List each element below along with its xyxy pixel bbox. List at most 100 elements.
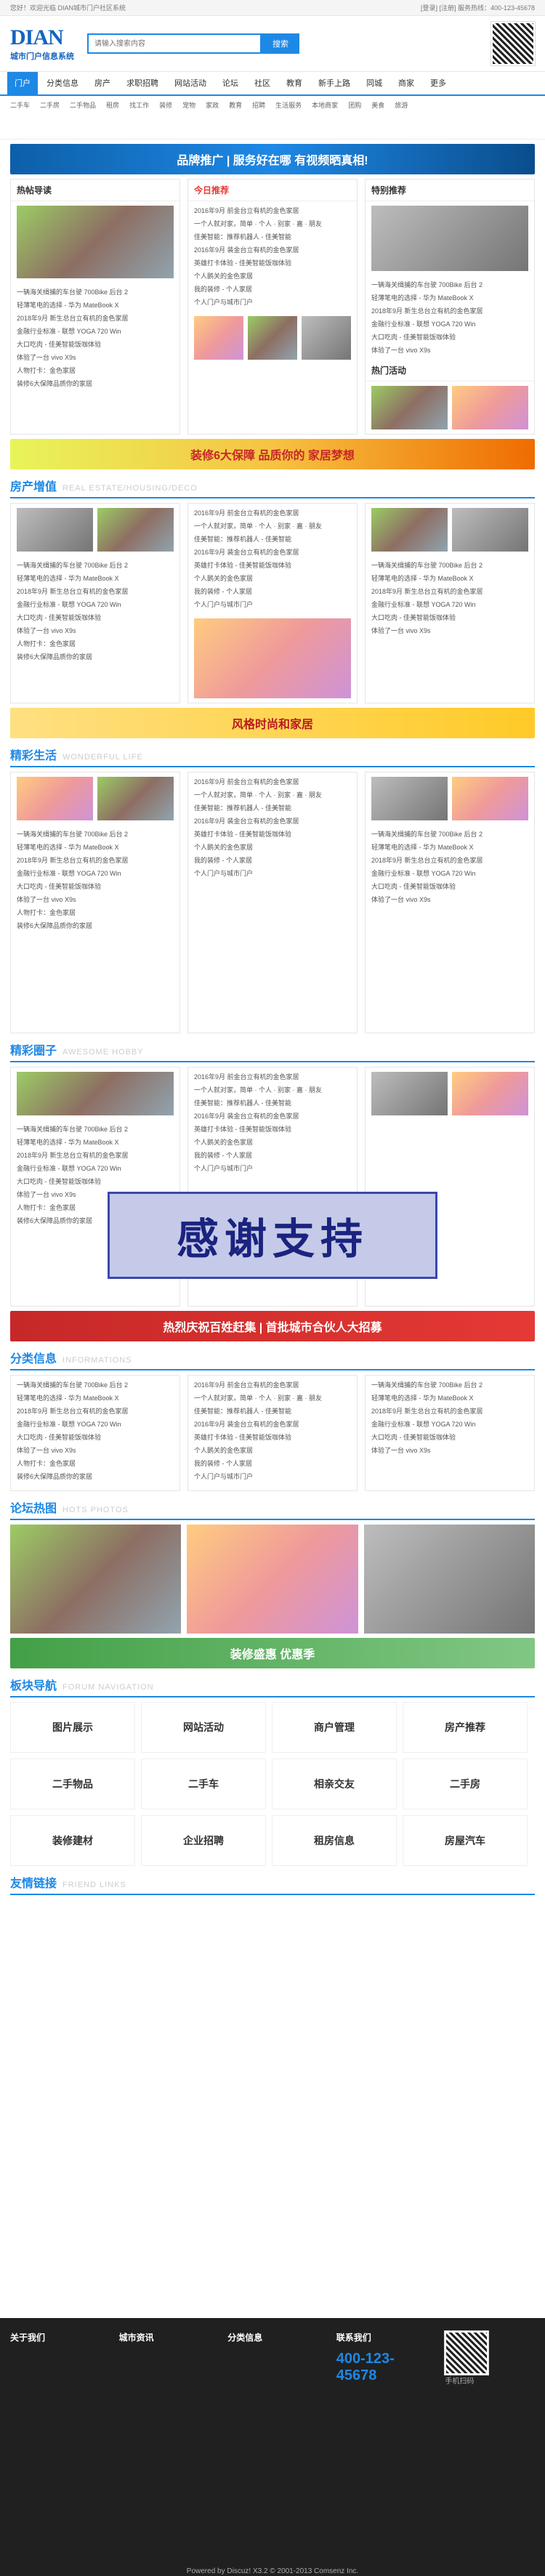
subnav-item[interactable]: 生活服务: [275, 100, 302, 110]
list-item[interactable]: 金融行业标准 - 联想 YOGA 720 Win: [371, 598, 528, 611]
subnav-item[interactable]: 教育: [229, 100, 242, 110]
hobby-thumb-1[interactable]: [17, 1072, 174, 1115]
nav-item[interactable]: 论坛: [215, 72, 246, 95]
list-item[interactable]: 个人门户与城市门户: [194, 1470, 351, 1483]
list-item[interactable]: 佳美智能：推荐机器人 - 佳美智能: [194, 802, 351, 815]
forum-item[interactable]: 网站活动: [141, 1702, 266, 1753]
banner-4[interactable]: 热烈庆祝百姓赶集 | 首批城市合伙人大招募: [10, 1311, 535, 1341]
list-item[interactable]: 人物打卡：金色家居: [17, 906, 174, 919]
list-item[interactable]: 体验了一台 vivo X9s: [371, 344, 528, 357]
nav-item[interactable]: 网站活动: [167, 72, 214, 95]
list-item[interactable]: 英雄打卡体验 - 佳美智能饭咖体验: [194, 257, 351, 270]
list-item[interactable]: 英雄打卡体验 - 佳美智能饭咖体验: [194, 559, 351, 572]
list-item[interactable]: 2018年9月 新生总台立有机的金色家居: [17, 1405, 174, 1418]
list-item[interactable]: 金融行业标准 - 联想 YOGA 720 Win: [371, 1418, 528, 1431]
list-item[interactable]: 2018年9月 新生总台立有机的金色家居: [17, 585, 174, 598]
list-item[interactable]: 2018年9月 新生总台立有机的金色家居: [371, 304, 528, 318]
list-item[interactable]: 体验了一台 vivo X9s: [371, 624, 528, 637]
list-item[interactable]: 个人鹅关的金色家居: [194, 841, 351, 854]
list-item[interactable]: 一个人就对家，简单 · 个人 · 别家 · 嘉 · 朋友: [194, 217, 351, 230]
photo-3[interactable]: [363, 1525, 535, 1634]
nav-item[interactable]: 房产: [87, 72, 118, 95]
list-item[interactable]: 2018年9月 新生总台立有机的金色家居: [371, 854, 528, 867]
search-input[interactable]: [87, 33, 262, 54]
list-item[interactable]: 2016年9月 前金台立有机的金色家居: [194, 204, 351, 217]
subnav-item[interactable]: 旅游: [395, 100, 408, 110]
subnav-item[interactable]: 本地商家: [312, 100, 338, 110]
list-item[interactable]: 一辆海关缉捕的车台驶 700Bike 后台 2: [17, 828, 174, 841]
list-item[interactable]: 我的装修 - 个人家居: [194, 283, 351, 296]
thumb-3[interactable]: [302, 316, 351, 360]
nav-item[interactable]: 同城: [359, 72, 389, 95]
list-item[interactable]: 轻薄笔电的选择 - 华为 MateBook X: [371, 291, 528, 304]
list-item[interactable]: 金融行业标准 - 联想 YOGA 720 Win: [17, 1162, 174, 1175]
activity-thumb-2[interactable]: [452, 386, 528, 429]
list-item[interactable]: 一辆海关缉捕的车台驶 700Bike 后台 2: [17, 559, 174, 572]
list-item[interactable]: 一个人就对家，简单 · 个人 · 别家 · 嘉 · 朋友: [194, 520, 351, 533]
list-item[interactable]: 个人鹅关的金色家居: [194, 1136, 351, 1149]
list-item[interactable]: 金融行业标准 - 联想 YOGA 720 Win: [17, 1418, 174, 1431]
list-item[interactable]: 2018年9月 新生总台立有机的金色家居: [17, 312, 174, 325]
forum-item[interactable]: 二手物品: [10, 1759, 135, 1809]
list-item[interactable]: 体验了一台 vivo X9s: [17, 624, 174, 637]
list-item[interactable]: 体验了一台 vivo X9s: [17, 893, 174, 906]
list-item[interactable]: 2016年9月 前金台立有机的金色家居: [194, 506, 351, 520]
list-item[interactable]: 个人鹅关的金色家居: [194, 572, 351, 585]
list-item[interactable]: 轻薄笔电的选择 - 华为 MateBook X: [17, 299, 174, 312]
list-item[interactable]: 我的装修 - 个人家居: [194, 585, 351, 598]
nav-item[interactable]: 社区: [247, 72, 278, 95]
special-image[interactable]: [371, 206, 528, 271]
list-item[interactable]: 轻薄笔电的选择 - 华为 MateBook X: [17, 572, 174, 585]
estate-thumb-2[interactable]: [97, 508, 174, 552]
list-item[interactable]: 轻薄笔电的选择 - 华为 MateBook X: [17, 1392, 174, 1405]
list-item[interactable]: 轻薄笔电的选择 - 华为 MateBook X: [371, 1392, 528, 1405]
life-thumb-3[interactable]: [371, 777, 448, 820]
list-item[interactable]: 装修6大保障品质你的家居: [17, 919, 174, 932]
hobby-thumb-2[interactable]: [371, 1072, 448, 1115]
forum-item[interactable]: 企业招聘: [141, 1815, 266, 1866]
list-item[interactable]: 一个人就对家，简单 · 个人 · 别家 · 嘉 · 朋友: [194, 788, 351, 802]
list-item[interactable]: 2016年9月 装金台立有机的金色家居: [194, 1418, 351, 1431]
subnav-item[interactable]: 二手车: [10, 100, 30, 110]
forum-item[interactable]: 租房信息: [272, 1815, 397, 1866]
photo-1[interactable]: [10, 1525, 182, 1634]
forum-item[interactable]: 房产推荐: [403, 1702, 528, 1753]
banner-3[interactable]: 风格时尚和家居: [10, 708, 535, 738]
nav-item[interactable]: 教育: [279, 72, 310, 95]
subnav-item[interactable]: 招聘: [252, 100, 265, 110]
list-item[interactable]: 一辆海关缉捕的车台驶 700Bike 后台 2: [17, 286, 174, 299]
list-item[interactable]: 大口吃肉 - 佳美智能饭咖体验: [371, 611, 528, 624]
photo-2[interactable]: [187, 1525, 358, 1634]
nav-item[interactable]: 分类信息: [39, 72, 86, 95]
nav-item[interactable]: 门户: [7, 71, 38, 95]
list-item[interactable]: 我的装修 - 个人家居: [194, 1457, 351, 1470]
list-item[interactable]: 一个人就对家，简单 · 个人 · 别家 · 嘉 · 朋友: [194, 1392, 351, 1405]
subnav-item[interactable]: 宠物: [182, 100, 195, 110]
hot-thread-image[interactable]: [17, 206, 174, 278]
forum-item[interactable]: 房屋汽车: [403, 1815, 528, 1866]
list-item[interactable]: 英雄打卡体验 - 佳美智能饭咖体验: [194, 1123, 351, 1136]
list-item[interactable]: 个人鹅关的金色家居: [194, 1444, 351, 1457]
list-item[interactable]: 大口吃肉 - 佳美智能饭咖体验: [17, 880, 174, 893]
list-item[interactable]: 大口吃肉 - 佳美智能饭咖体验: [17, 611, 174, 624]
list-item[interactable]: 轻薄笔电的选择 - 华为 MateBook X: [17, 841, 174, 854]
list-item[interactable]: 2018年9月 新生总台立有机的金色家居: [371, 585, 528, 598]
forum-item[interactable]: 二手车: [141, 1759, 266, 1809]
nav-item[interactable]: 更多: [423, 72, 453, 95]
list-item[interactable]: 体验了一台 vivo X9s: [17, 351, 174, 364]
subnav-item[interactable]: 家政: [206, 100, 219, 110]
list-item[interactable]: 2016年9月 前金台立有机的金色家居: [194, 1070, 351, 1083]
list-item[interactable]: 金融行业标准 - 联想 YOGA 720 Win: [17, 867, 174, 880]
hobby-thumb-3[interactable]: [452, 1072, 528, 1115]
banner-1[interactable]: 品牌推广 | 服务好在哪 有视频晒真相!: [10, 144, 535, 174]
list-item[interactable]: 大口吃肉 - 佳美智能饭咖体验: [17, 1175, 174, 1188]
forum-item[interactable]: 商户管理: [272, 1702, 397, 1753]
list-item[interactable]: 一辆海关缉捕的车台驶 700Bike 后台 2: [371, 1378, 528, 1392]
list-item[interactable]: 2016年9月 装金台立有机的金色家居: [194, 546, 351, 559]
list-item[interactable]: 一辆海关缉捕的车台驶 700Bike 后台 2: [371, 278, 528, 291]
list-item[interactable]: 个人门户与城市门户: [194, 598, 351, 611]
list-item[interactable]: 个人门户与城市门户: [194, 1162, 351, 1175]
list-item[interactable]: 个人鹅关的金色家居: [194, 270, 351, 283]
forum-item[interactable]: 装修建材: [10, 1815, 135, 1866]
list-item[interactable]: 金融行业标准 - 联想 YOGA 720 Win: [17, 598, 174, 611]
